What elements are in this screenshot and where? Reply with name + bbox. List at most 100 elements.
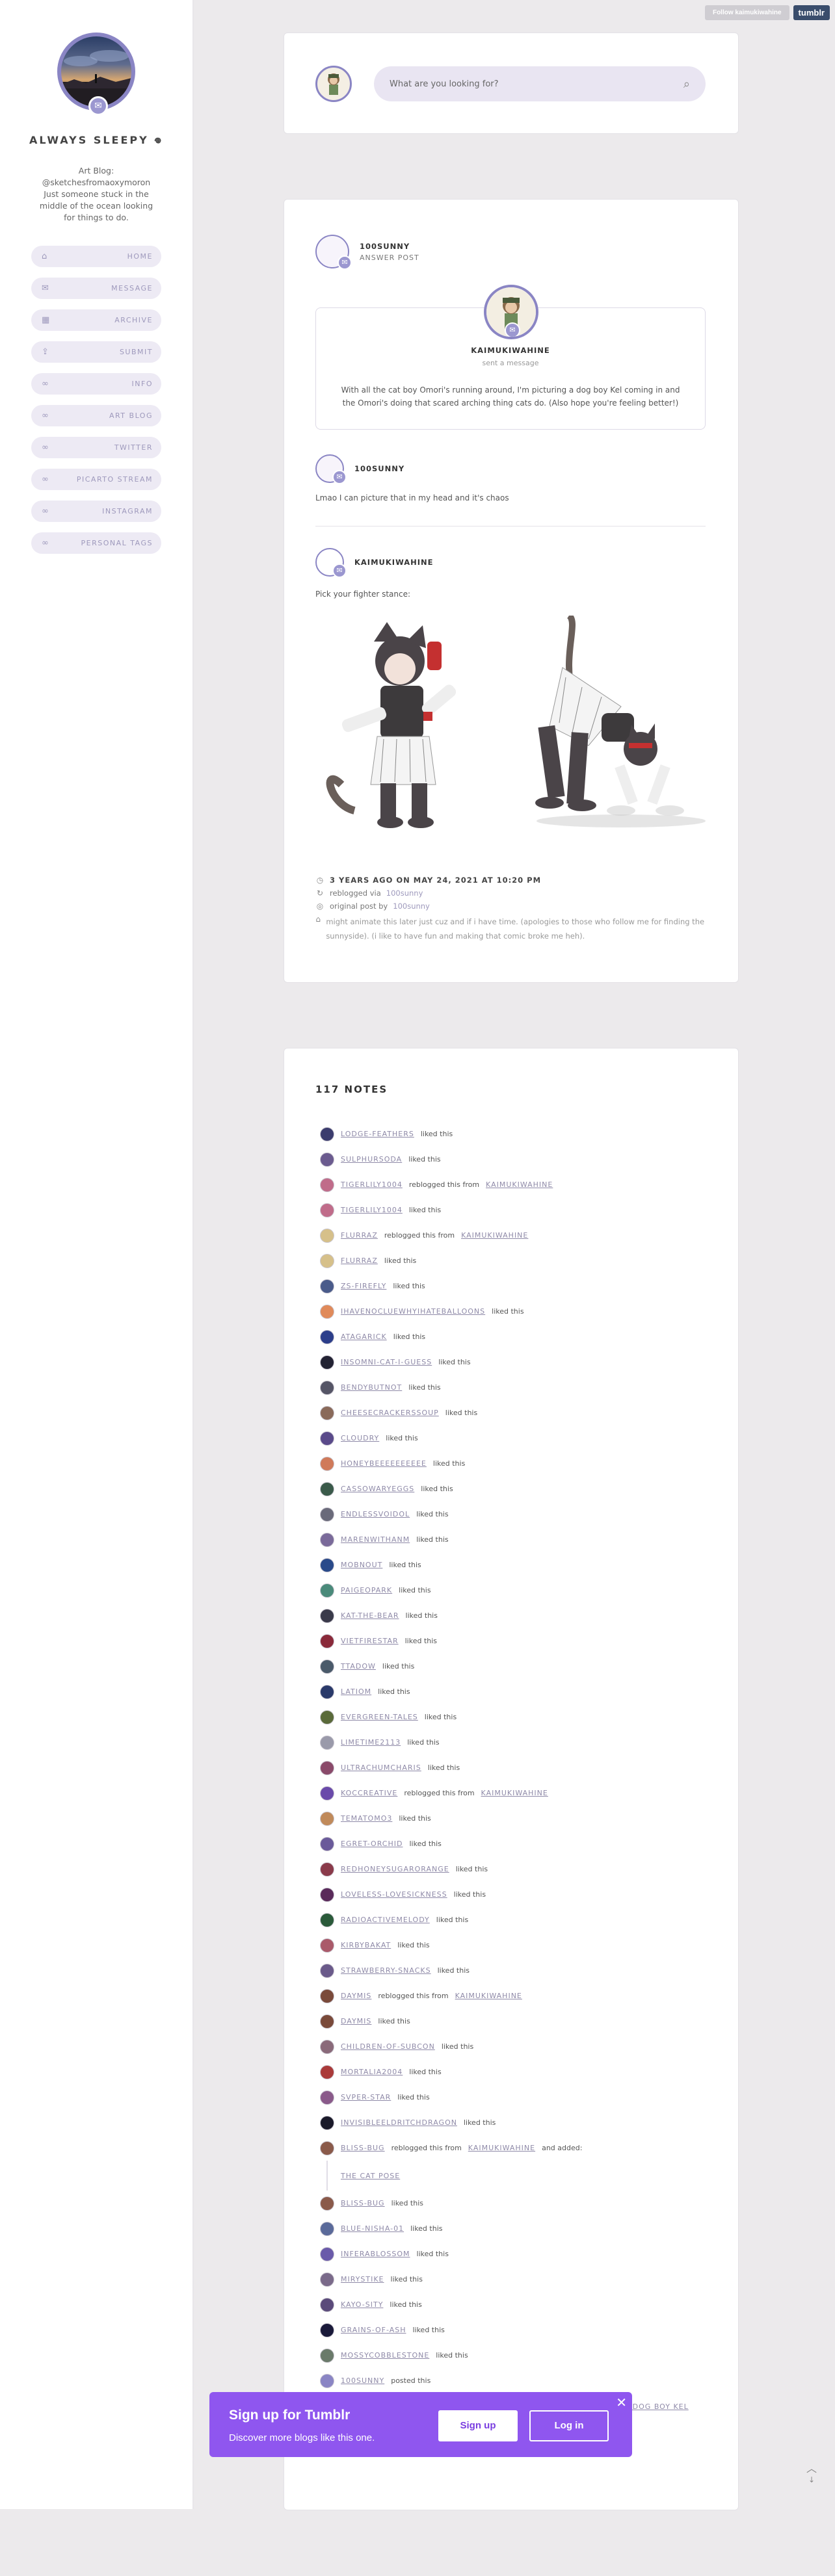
note-user-link[interactable]: EGRET-ORCHID (341, 1840, 403, 1848)
note-from-link[interactable]: KAIMUKIWAHINE (455, 1992, 522, 2000)
close-icon[interactable]: ✕ (616, 2395, 627, 2410)
note-avatar[interactable] (320, 1988, 334, 2003)
note-avatar[interactable] (320, 1507, 334, 1522)
post-date[interactable]: 3 YEARS AGO ON MAY 24, 2021 AT 10:20 PM (330, 876, 541, 885)
asker-avatar[interactable]: ✉ (484, 285, 538, 339)
note-avatar[interactable] (320, 2064, 334, 2079)
note-user-link[interactable]: KIRBYBAKAT (341, 1941, 391, 1949)
note-user-link[interactable]: TEMATOMO3 (341, 1814, 392, 1823)
note-avatar[interactable] (320, 1431, 334, 1446)
note-user-link[interactable]: TTADOW (341, 1662, 376, 1671)
reply-avatar[interactable]: ✉ (315, 548, 347, 578)
sidebar-item-archive[interactable]: ▦ ARCHIVE (31, 309, 161, 331)
note-avatar[interactable] (320, 1887, 334, 1902)
poster-name[interactable]: 100SUNNY (360, 242, 419, 251)
note-avatar[interactable] (320, 1329, 334, 1344)
note-user-link[interactable]: TIGERLILY1004 (341, 1180, 403, 1189)
note-avatar[interactable] (320, 1583, 334, 1598)
note-avatar[interactable] (320, 1355, 334, 1370)
note-avatar[interactable] (320, 1760, 334, 1775)
sidebar-item-picarto-stream[interactable]: ∞ PICARTO STREAM (31, 469, 161, 490)
reply-name[interactable]: 100SUNNY (354, 464, 404, 473)
sidebar-item-art-blog[interactable]: ∞ ART BLOG (31, 405, 161, 426)
note-avatar[interactable] (320, 1177, 334, 1192)
note-user-link[interactable]: GRAINS-OF-ASH (341, 2326, 406, 2334)
sidebar-item-home[interactable]: ⌂ HOME (31, 246, 161, 267)
note-avatar[interactable] (320, 2039, 334, 2054)
note-user-link[interactable]: MIRYSTIKE (341, 2275, 384, 2283)
note-avatar[interactable] (320, 1532, 334, 1547)
note-user-link[interactable]: REDHONEYSUGARORANGE (341, 1865, 449, 1873)
note-user-link[interactable]: ZS-FIREFLY (341, 1282, 386, 1290)
note-user-link[interactable]: LODGE-FEATHERS (341, 1130, 414, 1138)
note-avatar[interactable] (320, 1481, 334, 1496)
search-avatar[interactable] (315, 66, 352, 102)
note-avatar[interactable] (320, 2272, 334, 2287)
tumblr-logo-button[interactable]: tumblr (793, 5, 830, 20)
note-user-link[interactable]: MORTALIA2004 (341, 2068, 403, 2076)
note-avatar[interactable] (320, 1862, 334, 1877)
note-user-link[interactable]: KOCCREATIVE (341, 1789, 397, 1797)
note-from-link[interactable]: KAIMUKIWAHINE (461, 1231, 528, 1240)
note-avatar[interactable] (320, 1735, 334, 1750)
note-avatar[interactable] (320, 2297, 334, 2312)
note-avatar[interactable] (320, 2115, 334, 2130)
note-user-link[interactable]: LOVELESS-LOVESICKNESS (341, 1890, 447, 1899)
post-artwork[interactable] (315, 612, 706, 856)
note-from-link[interactable]: KAIMUKIWAHINE (468, 2144, 535, 2152)
note-avatar[interactable] (320, 1938, 334, 1953)
note-user-link[interactable]: BENDYBUTNOT (341, 1383, 402, 1392)
note-user-link[interactable]: CHEESECRACKERSSOUP (341, 1409, 439, 1417)
note-excerpt-link[interactable]: THE CAT POSE (341, 2172, 400, 2180)
note-user-link[interactable]: FLURRAZ (341, 1231, 378, 1240)
note-avatar[interactable] (320, 1836, 334, 1851)
note-user-link[interactable]: CLOUDRY (341, 1434, 379, 1442)
note-user-link[interactable]: INSOMNI-CAT-I-GUESS (341, 1358, 432, 1366)
note-avatar[interactable] (320, 1304, 334, 1319)
reblogged-from-link[interactable]: 100sunny (386, 889, 423, 898)
sidebar-item-personal-tags[interactable]: ∞ PERSONAL TAGS (31, 532, 161, 554)
note-user-link[interactable]: SVPER-STAR (341, 2093, 391, 2101)
note-avatar[interactable] (320, 1228, 334, 1243)
note-avatar[interactable] (320, 1152, 334, 1167)
sidebar-item-instagram[interactable]: ∞ INSTAGRAM (31, 501, 161, 522)
note-from-link[interactable]: KAIMUKIWAHINE (481, 1789, 548, 1797)
note-user-link[interactable]: HONEYBEEEEEEEEEE (341, 1459, 427, 1468)
note-avatar[interactable] (320, 1126, 334, 1141)
note-avatar[interactable] (320, 1912, 334, 1927)
note-user-link[interactable]: KAYO-SITY (341, 2300, 383, 2309)
note-user-link[interactable]: MOSSYCOBBLESTONE (341, 2351, 429, 2360)
note-user-link[interactable]: MARENWITHANM (341, 1535, 410, 1544)
note-user-link[interactable]: DAYMIS (341, 1992, 371, 2000)
note-avatar[interactable] (320, 2221, 334, 2236)
note-user-link[interactable]: DAYMIS (341, 2017, 371, 2025)
note-user-link[interactable]: STRAWBERRY-SNACKS (341, 1966, 431, 1975)
note-user-link[interactable]: FLURRAZ (341, 1256, 378, 1265)
note-avatar[interactable] (320, 1684, 334, 1699)
sidebar-item-message[interactable]: ✉ MESSAGE (31, 278, 161, 299)
note-avatar[interactable] (320, 2246, 334, 2261)
note-user-link[interactable]: IHAVENOCLUEWHYIHATEBALLOONS (341, 1307, 485, 1316)
note-avatar[interactable] (320, 1380, 334, 1395)
note-avatar[interactable] (320, 1608, 334, 1623)
note-user-link[interactable]: TIGERLILY1004 (341, 1206, 403, 1214)
note-user-link[interactable]: SULPHURSODA (341, 1155, 402, 1164)
original-post-link[interactable]: 100sunny (393, 902, 430, 911)
note-avatar[interactable] (320, 2348, 334, 2363)
note-avatar[interactable] (320, 2322, 334, 2337)
note-user-link[interactable]: CASSOWARYEGGS (341, 1485, 414, 1493)
note-avatar[interactable] (320, 1557, 334, 1572)
note-avatar[interactable] (320, 1811, 334, 1826)
note-from-link[interactable]: KAIMUKIWAHINE (486, 1180, 553, 1189)
note-avatar[interactable] (320, 2140, 334, 2155)
scroll-to-top-button[interactable]: ︿ ↓ (806, 2460, 817, 2484)
note-user-link[interactable]: INVISIBLEELDRITCHDRAGON (341, 2118, 457, 2127)
search-input[interactable]: What are you looking for? ⌕ (374, 66, 706, 101)
note-avatar[interactable] (320, 2090, 334, 2105)
note-user-link[interactable]: BLUE-NISHA-01 (341, 2224, 404, 2233)
search-icon[interactable]: ⌕ (683, 77, 690, 91)
note-avatar[interactable] (320, 2196, 334, 2211)
signup-button[interactable]: Sign up (438, 2410, 518, 2441)
note-avatar[interactable] (320, 1963, 334, 1978)
note-user-link[interactable]: PAIGEOPARK (341, 1586, 392, 1594)
